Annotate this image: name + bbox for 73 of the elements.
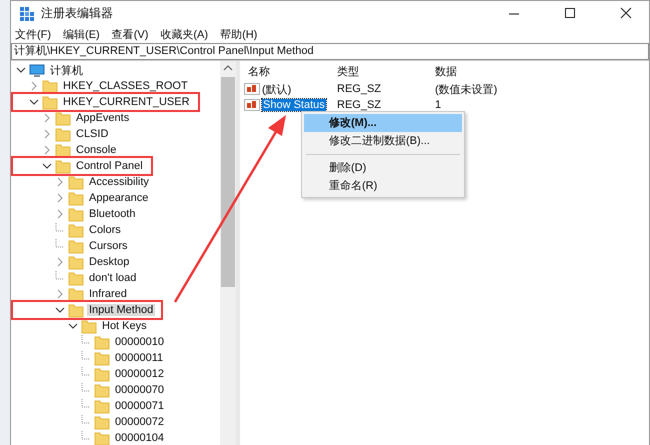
address-bar[interactable]: 计算机\HKEY_CURRENT_USER\Control Panel\Input Method [11,43,649,60]
tree-item[interactable]: Bluetooth [87,208,138,220]
folder-icon [55,126,71,142]
tree-item[interactable]: 00000012 [113,368,166,380]
tree-item[interactable]: 00000010 [113,336,166,348]
folder-icon [94,430,110,445]
menu-item[interactable]: 文件(F) [15,26,52,42]
tree-item[interactable]: Appearance [87,192,150,204]
folder-icon [81,318,97,334]
computer-icon [29,62,45,78]
column-header[interactable]: 类型 [337,64,435,78]
folder-icon [68,238,84,254]
column-header[interactable]: 数据 [435,64,555,78]
folder-icon [94,350,110,366]
string-value-icon [244,81,260,97]
folder-icon [55,158,71,174]
tree-item[interactable]: Cursors [87,240,130,252]
scrollbar[interactable] [220,61,236,445]
registry-icon [19,6,35,22]
menu-item[interactable]: 查看(V) [112,26,148,42]
window-title: 注册表编辑器 [41,5,113,22]
tree-item[interactable]: don't load [87,272,138,284]
folder-icon [68,222,84,238]
folder-icon [68,286,84,302]
menu-item[interactable]: 收藏夹(A) [160,26,208,42]
tree-item[interactable]: Infrared [87,288,129,300]
column-header[interactable]: 名称 [244,64,337,78]
tree-item[interactable]: HKEY_CLASSES_ROOT [61,80,190,92]
value-name[interactable]: Show Status [262,99,326,111]
scrollbar-thumb[interactable] [221,77,235,287]
menu-item[interactable]: 修改(M)... [304,114,462,132]
value-name[interactable]: (默认) [262,82,292,96]
folder-icon [94,414,110,430]
tree-item[interactable]: Control Panel [74,160,145,172]
folder-icon [94,382,110,398]
folder-icon [68,254,84,270]
folder-icon [94,398,110,414]
string-value-icon [244,97,260,113]
tree-item[interactable]: HKEY_CURRENT_USER [61,96,192,108]
folder-icon [42,78,58,94]
tree-item[interactable]: AppEvents [74,112,132,124]
folder-icon [94,366,110,382]
tree-item[interactable]: Console [74,144,118,156]
folder-icon [94,334,110,350]
folder-icon [55,110,71,126]
table-cell-text: REG_SZ [337,83,382,95]
table-cell-text: 1 [435,99,442,111]
menu-item[interactable]: 帮助(H) [220,26,258,42]
menu-item[interactable]: 编辑(E) [63,26,100,42]
tree-item[interactable]: 00000071 [113,400,166,412]
tree-item[interactable]: CLSID [74,128,110,140]
menu-item[interactable]: 修改二进制数据(B)... [304,132,462,150]
folder-icon [68,174,84,190]
tree-item[interactable]: Hot Keys [100,320,149,332]
tree-item[interactable]: Input Method [87,304,156,316]
tree-item[interactable]: Accessibility [87,176,151,188]
folder-icon [68,190,84,206]
table-cell-text: (数值未设置) [435,82,498,96]
menu-item[interactable]: 删除(D) [304,159,462,177]
folder-icon [42,94,58,110]
folder-icon [68,206,84,222]
menu-item[interactable]: 重命名(R) [304,177,462,195]
folder-icon [68,270,84,286]
tree-item[interactable]: 00000104 [113,432,166,444]
folder-icon [55,142,71,158]
table-cell-text: REG_SZ [337,99,382,111]
tree-item[interactable]: 00000072 [113,416,166,428]
tree-item[interactable]: Colors [87,224,123,236]
tree-item[interactable]: 00000070 [113,384,166,396]
folder-icon [68,302,84,318]
tree-item[interactable]: Desktop [87,256,132,268]
tree-item[interactable]: 00000011 [113,352,166,364]
tree-item[interactable]: 计算机 [48,62,85,78]
